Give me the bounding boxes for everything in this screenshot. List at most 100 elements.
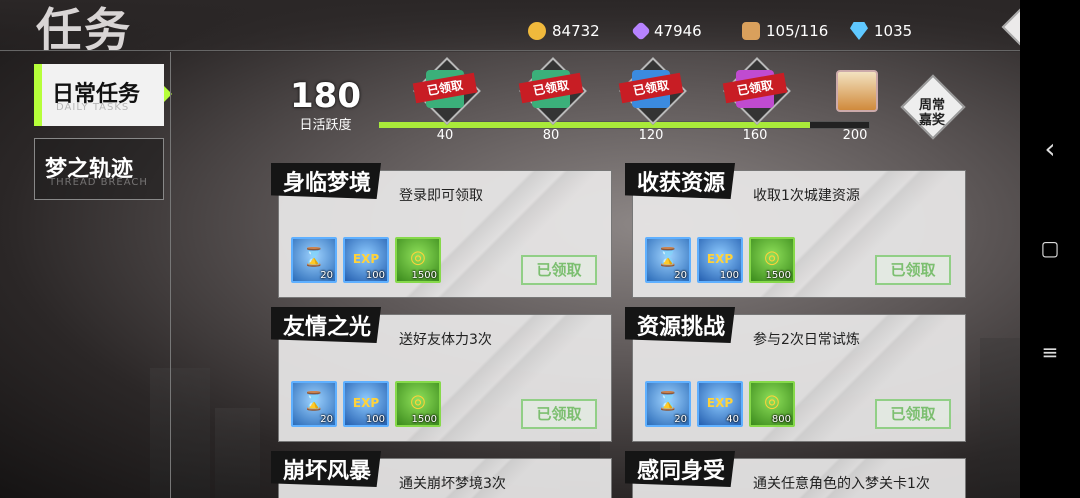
reward-coins[interactable]: ◎ 1500 <box>749 237 795 283</box>
task-name: 感同身受 <box>625 451 736 487</box>
reward-count: 100 <box>365 270 385 281</box>
exp-icon: EXP <box>352 252 380 266</box>
reward-exp[interactable]: EXP 100 <box>343 381 389 427</box>
reward-coins[interactable]: ◎ 1500 <box>395 237 441 283</box>
milestone-value: 120 <box>638 128 664 143</box>
tab-thread-breach-label: 梦之轨迹 <box>45 157 134 182</box>
reward-hourglass[interactable]: ⌛ 20 <box>645 237 691 283</box>
tab-daily-tasks[interactable]: 日常任务 DAILY TASKS <box>34 64 164 126</box>
task-name: 收获资源 <box>625 163 736 199</box>
hourglass-icon: ⌛ <box>302 391 326 412</box>
milestone-value: 80 <box>542 128 560 143</box>
reward-count: 40 <box>726 414 739 425</box>
task-desc: 收取1次城建资源 <box>753 188 860 204</box>
background-building <box>150 368 210 498</box>
tab-daily-tasks-label: 日常任务 <box>52 82 141 107</box>
weekly-reward-label: 周常 嘉奖 <box>902 98 962 128</box>
task-card: 感同身受 通关任意角色的入梦关卡1次 <box>625 451 966 498</box>
background-building <box>980 338 1020 498</box>
nav-menu-icon[interactable]: ≡ <box>1020 340 1080 364</box>
diamond-value: 1035 <box>874 22 913 40</box>
header-divider <box>0 50 1020 51</box>
reward-exp[interactable]: EXP 100 <box>343 237 389 283</box>
task-name: 崩坏风暴 <box>271 451 382 487</box>
task-card: 身临梦境 登录即可领取 ⌛ 20 EXP 100 ◎ 1500 已领取 <box>271 163 612 298</box>
milestone-chest-120[interactable]: 已领取 <box>618 57 687 125</box>
claimed-button[interactable]: 已领取 <box>521 255 597 285</box>
coins-icon: ◎ <box>764 391 780 412</box>
reward-hourglass[interactable]: ⌛ 20 <box>291 237 337 283</box>
reward-count: 100 <box>365 414 385 425</box>
reward-count: 20 <box>320 414 333 425</box>
resource-diamond: 1035 <box>850 22 912 40</box>
reward-count: 20 <box>320 270 333 281</box>
hourglass-icon: ⌛ <box>656 391 680 412</box>
milestone-chest-160[interactable]: 已领取 <box>722 57 791 125</box>
background-building <box>215 408 260 498</box>
reward-count: 20 <box>674 414 687 425</box>
activity-score: 180 日活跃度 <box>290 78 361 133</box>
milestone-chest-200[interactable] <box>830 64 880 114</box>
claimed-button[interactable]: 已领取 <box>521 399 597 429</box>
tab-thread-breach[interactable]: 梦之轨迹 THREAD BREACH <box>34 138 164 200</box>
weekly-label-line1: 周常 <box>918 98 945 113</box>
reward-count: 1500 <box>411 414 437 425</box>
exp-icon: EXP <box>706 252 734 266</box>
task-card: 崩坏风暴 通关崩坏梦境3次 <box>271 451 612 498</box>
reward-count: 1500 <box>411 270 437 281</box>
resource-gold: 84732 <box>528 22 600 40</box>
reward-count: 100 <box>719 270 739 281</box>
weekly-reward-button[interactable]: 周常 嘉奖 <box>900 74 966 140</box>
hourglass-icon: ⌛ <box>302 247 326 268</box>
milestone-value: 200 <box>842 128 868 143</box>
reward-count: 1500 <box>765 270 791 281</box>
task-desc: 登录即可领取 <box>399 188 483 204</box>
task-card: 友情之光 送好友体力3次 ⌛ 20 EXP 100 ◎ 1500 已领取 <box>271 307 612 442</box>
resource-crystal: 47946 <box>631 21 702 41</box>
task-card: 收获资源 收取1次城建资源 ⌛ 20 EXP 100 ◎ 1500 已领取 <box>625 163 966 298</box>
nav-back-icon[interactable]: ‹ <box>1020 132 1080 165</box>
milestone-chest-40[interactable]: 已领取 <box>412 57 481 125</box>
sidebar-divider <box>170 52 171 498</box>
coins-icon: ◎ <box>410 391 426 412</box>
coins-icon: ◎ <box>410 247 426 268</box>
exp-icon: EXP <box>706 396 734 410</box>
crystal-icon <box>631 21 651 41</box>
task-name: 友情之光 <box>271 307 382 343</box>
reward-exp[interactable]: EXP 100 <box>697 237 743 283</box>
task-desc: 送好友体力3次 <box>399 332 492 348</box>
reward-hourglass[interactable]: ⌛ 20 <box>645 381 691 427</box>
gift-box-icon <box>836 70 878 112</box>
reward-exp[interactable]: EXP 40 <box>697 381 743 427</box>
exp-icon: EXP <box>352 396 380 410</box>
resource-storage: 105/116 <box>742 22 828 40</box>
storage-value: 105/116 <box>766 22 829 40</box>
activity-value: 180 <box>290 76 361 116</box>
task-name: 身临梦境 <box>271 163 382 199</box>
reward-coins[interactable]: ◎ 1500 <box>395 381 441 427</box>
hourglass-icon: ⌛ <box>656 247 680 268</box>
reward-coins[interactable]: ◎ 800 <box>749 381 795 427</box>
crystal-value: 47946 <box>654 22 702 40</box>
milestone-value: 160 <box>742 128 768 143</box>
claimed-button[interactable]: 已领取 <box>875 399 951 429</box>
storage-box-icon <box>742 22 760 40</box>
system-nav-bar: ‹ ▢ ≡ <box>1020 0 1080 498</box>
task-desc: 通关崩坏梦境3次 <box>399 476 506 492</box>
task-desc: 通关任意角色的入梦关卡1次 <box>753 476 930 492</box>
coins-icon: ◎ <box>764 247 780 268</box>
weekly-label-line2: 嘉奖 <box>918 113 945 128</box>
activity-label: 日活跃度 <box>299 118 352 133</box>
diamond-icon <box>850 22 868 40</box>
milestone-value: 40 <box>436 128 454 143</box>
task-name: 资源挑战 <box>625 307 736 343</box>
claimed-button[interactable]: 已领取 <box>875 255 951 285</box>
gold-value: 84732 <box>552 22 600 40</box>
nav-home-icon[interactable]: ▢ <box>1020 236 1080 260</box>
reward-count: 800 <box>771 414 791 425</box>
page-title: 任务 <box>36 3 132 57</box>
task-card: 资源挑战 参与2次日常试炼 ⌛ 20 EXP 40 ◎ 800 已领取 <box>625 307 966 442</box>
milestone-chest-80[interactable]: 已领取 <box>518 57 587 125</box>
gold-coin-icon <box>528 22 546 40</box>
reward-hourglass[interactable]: ⌛ 20 <box>291 381 337 427</box>
